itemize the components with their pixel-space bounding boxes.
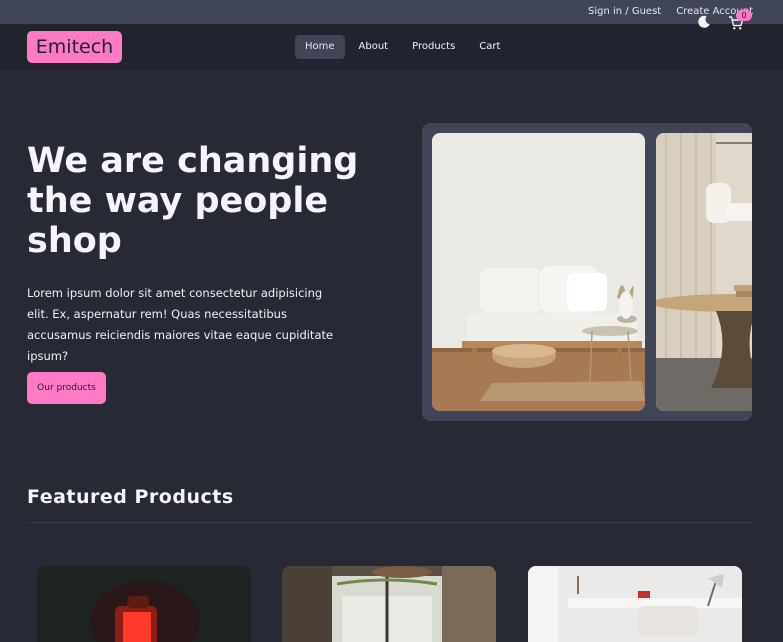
cart-count-badge: 0 bbox=[736, 10, 752, 21]
nav-about[interactable]: About bbox=[349, 35, 399, 59]
top-bar: Sign in / Guest Create Account bbox=[0, 0, 783, 24]
moon-icon[interactable] bbox=[697, 15, 711, 29]
main-nav: Home About Products Cart bbox=[295, 35, 510, 59]
nav-products[interactable]: Products bbox=[402, 35, 465, 59]
featured-products-title: Featured Products bbox=[27, 486, 234, 508]
carousel-image-table bbox=[656, 133, 752, 411]
section-divider bbox=[27, 522, 752, 523]
our-products-button[interactable]: Our products bbox=[27, 372, 106, 404]
product-card-lantern[interactable] bbox=[37, 566, 251, 642]
hero-description: Lorem ipsum dolor sit amet consectetur a… bbox=[27, 286, 334, 363]
hero-carousel[interactable] bbox=[422, 123, 752, 421]
product-card-bedroom[interactable] bbox=[528, 566, 742, 642]
hero-title: We are changing the way people shop bbox=[27, 141, 359, 261]
nav-cart[interactable]: Cart bbox=[469, 35, 510, 59]
logo[interactable]: Emitech bbox=[27, 31, 122, 63]
product-card-interior[interactable] bbox=[282, 566, 496, 642]
navbar: Emitech Home About Products Cart bbox=[0, 24, 783, 70]
signin-link[interactable]: Sign in / Guest bbox=[588, 6, 661, 17]
carousel-image-sofa bbox=[432, 133, 645, 411]
nav-home[interactable]: Home bbox=[295, 35, 345, 59]
